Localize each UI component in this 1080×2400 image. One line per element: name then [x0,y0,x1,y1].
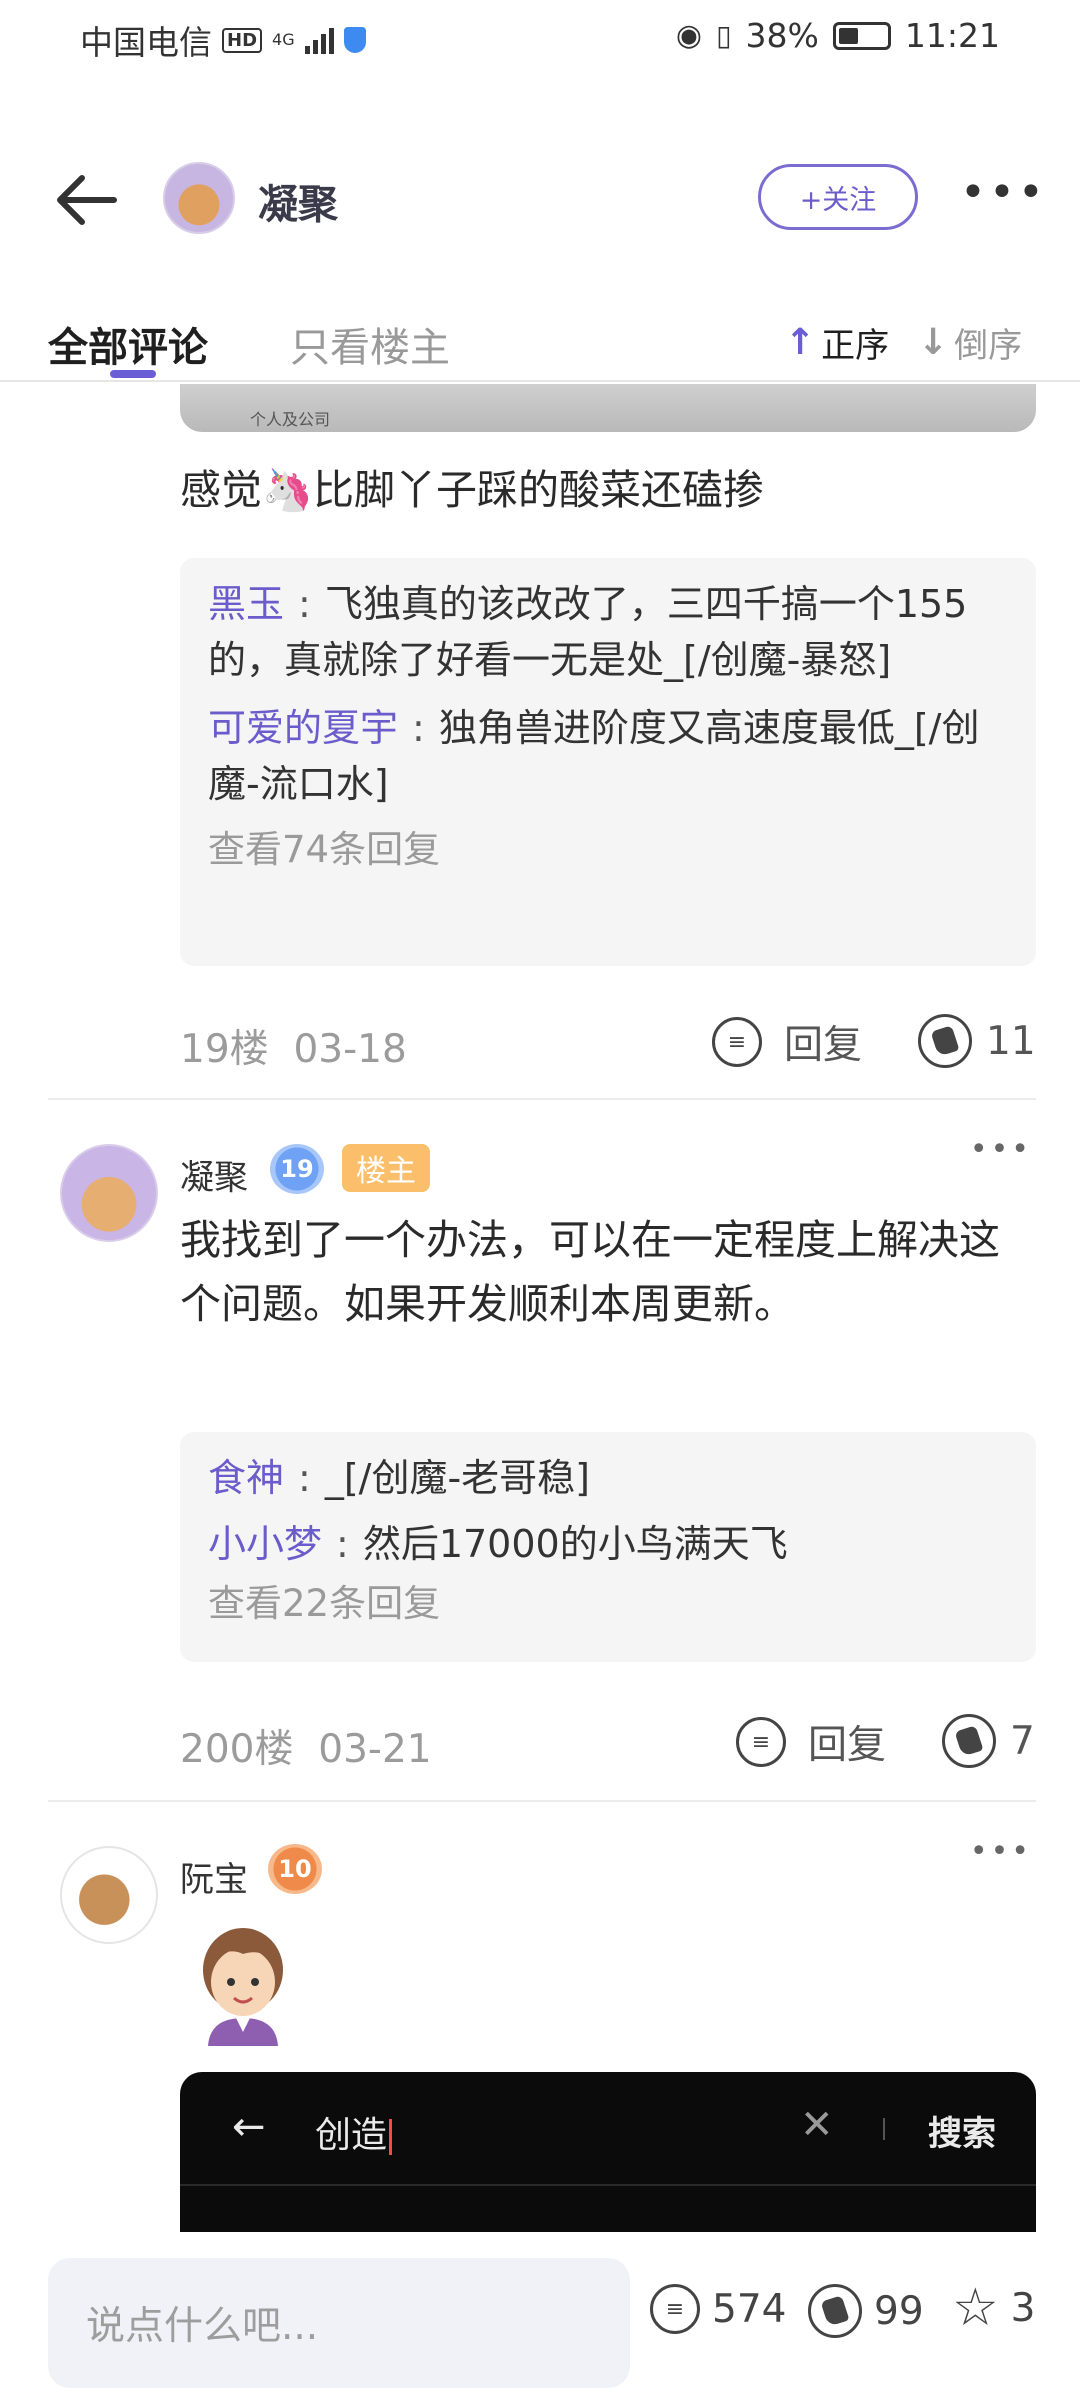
like-count: 11 [986,1018,1036,1064]
sort-ascending-label: 正序 [821,326,890,366]
view-more-replies[interactable]: 查看22条回复 [208,1578,1012,1630]
cartoon-sticker [203,1928,283,2046]
reply-item: 小小梦: 然后17000的小鸟满天飞 [208,1522,788,1566]
sort-ascending-button[interactable]: ↑ 正序 [785,318,889,367]
comment-text: 感觉🦄比脚丫子踩的酸菜还磕掺 [180,466,765,514]
divider [48,1098,1036,1100]
back-arrow-icon: ← [232,2104,266,2150]
search-button-label: 搜索 [928,2114,996,2154]
comment-icon: ≡ [712,1017,762,1067]
op-tag: 楼主 [342,1144,430,1192]
commenter-avatar[interactable] [60,1846,158,1944]
attached-screenshot[interactable]: ← 创造 ✕ 搜索 [180,2072,1036,2232]
status-bar-right: ◉ ▯ 38% 11:21 [676,16,1000,55]
reply-author[interactable]: 小小梦 [208,1522,322,1566]
comment-meta: 200楼 03-21 ≡ 回复 7 [0,1708,1080,1778]
comment-count: 574 [712,2286,787,2332]
battery-percent: 38% [745,16,819,55]
comment-text: 我找到了一个办法，可以在一定程度上解决这个问题。如果开发顺利本周更新。 [180,1216,1000,1328]
network-label: 4G [272,30,295,49]
signal-icon [304,26,334,54]
comment-more-icon[interactable]: ••• [970,1132,1032,1167]
reply-text: 飞独真的该改改了，三四千搞一个155的，真就除了好看一无是处_[/创魔-暴怒] [208,582,968,682]
post-header: 凝聚 +关注 ••• [0,150,1080,250]
reply-button[interactable]: ≡ 回复 [736,1714,886,1770]
reply-author[interactable]: 食神 [208,1456,284,1500]
floor-label: 19楼 03-18 [180,1027,407,1072]
arrow-up-icon: ↑ [785,322,816,363]
reply-label: 回复 [784,1023,863,1068]
divider [180,2184,1036,2186]
commenter-name[interactable]: 凝聚 [180,1150,248,1199]
favorite-button[interactable]: ☆ 3 [952,2278,1036,2338]
reply-author[interactable]: 黑玉 [208,582,284,626]
reply-label: 回复 [808,1723,887,1768]
comment-tabs: 全部评论 只看楼主 ↑ 正序 ↓ 倒序 [0,300,1080,382]
bottom-action-bar: 说点什么吧... ≡ 574 99 ☆ 3 [0,2232,1080,2400]
reply-item: 黑玉: 飞独真的该改改了，三四千搞一个155的，真就除了好看一无是处_[/创魔-暴… [208,582,968,682]
reply-item: 可爱的夏宇: 独角兽进阶度又高速度最低_[/创魔-流口水] [208,706,980,806]
reply-text: _[/创魔-老哥稳] [324,1456,590,1500]
reply-preview-box[interactable]: 黑玉: 飞独真的该改改了，三四千搞一个155的，真就除了好看一无是处_[/创魔-暴… [180,558,1036,966]
active-tab-indicator [110,370,156,378]
thumb-up-icon [808,2284,862,2338]
battery-icon [832,21,891,50]
comment-input[interactable]: 说点什么吧... [48,2258,630,2388]
clock: 11:21 [904,16,1000,55]
tab-op-only[interactable]: 只看楼主 [290,315,450,373]
like-button[interactable]: 11 [918,1014,1036,1068]
status-bar-left: 中国电信 HD 4G [80,16,366,64]
vibrate-icon: ▯ [716,19,732,52]
commenter-avatar[interactable] [60,1144,158,1242]
favorite-count: 3 [1010,2285,1036,2331]
reply-item: 食神: _[/创魔-老哥稳] [208,1456,590,1500]
view-more-replies[interactable]: 查看74条回复 [208,824,1012,876]
shield-icon [343,27,366,53]
author-name[interactable]: 凝聚 [258,172,338,230]
status-bar: 中国电信 HD 4G ◉ ▯ 38% 11:21 [0,0,1080,76]
image-caption: 个人及公司 [250,410,331,429]
divider [48,1800,1036,1802]
level-badge: 10 [268,1844,322,1894]
reply-text: 然后17000的小鸟满天飞 [362,1522,788,1566]
eye-icon: ◉ [675,18,703,53]
thumb-up-icon [918,1014,972,1068]
post-like-count: 99 [874,2288,924,2334]
separator [883,2118,885,2140]
sort-descending-button[interactable]: ↓ 倒序 [918,318,1022,367]
close-icon: ✕ [800,2102,834,2148]
reply-author[interactable]: 可爱的夏宇 [208,706,398,750]
attached-image[interactable]: 个人及公司 [180,384,1036,432]
commenter-name[interactable]: 阮宝 [180,1852,248,1901]
star-icon: ☆ [952,2278,999,2338]
like-button[interactable]: 7 [942,1714,1035,1768]
more-options-icon[interactable]: ••• [960,171,1047,215]
author-avatar[interactable] [163,162,235,234]
comments-button[interactable]: ≡ 574 [650,2284,786,2334]
back-arrow-icon[interactable] [52,172,122,228]
thumb-up-icon [942,1714,996,1768]
comment-icon: ≡ [650,2284,700,2334]
comment-icon: ≡ [736,1717,786,1767]
floor-label: 200楼 03-21 [180,1727,432,1772]
level-badge: 19 [270,1144,324,1194]
reply-preview-box[interactable]: 食神: _[/创魔-老哥稳] 小小梦: 然后17000的小鸟满天飞 查看22条回复 [180,1432,1036,1662]
follow-button[interactable]: +关注 [758,164,918,230]
reply-button[interactable]: ≡ 回复 [712,1014,862,1070]
comment-meta: 19楼 03-18 ≡ 回复 11 [0,1008,1080,1078]
like-count: 7 [1010,1718,1035,1764]
arrow-down-icon: ↓ [918,322,949,363]
carrier-label: 中国电信 [80,23,212,62]
post-like-button[interactable]: 99 [808,2284,924,2338]
comment-more-icon[interactable]: ••• [970,1834,1032,1869]
sort-descending-label: 倒序 [954,326,1023,366]
hd-badge: HD [222,27,263,53]
search-query-text: 创造 [315,2106,393,2158]
tab-all-comments[interactable]: 全部评论 [48,315,208,373]
